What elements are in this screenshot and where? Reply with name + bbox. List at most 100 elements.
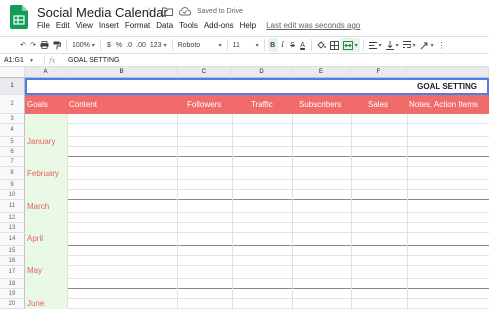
column-divider [177,114,178,309]
row-header-16[interactable]: 16 [0,256,25,266]
zoom-select[interactable]: 100% [70,38,97,52]
sheets-logo-icon[interactable] [10,5,28,29]
horizontal-align-icon[interactable] [367,38,384,52]
move-folder-icon[interactable] [160,4,174,18]
row-header-14[interactable]: 14 [0,233,25,246]
paint-format-icon[interactable] [51,38,63,52]
last-edit-link[interactable]: Last edit was seconds ago [266,21,360,30]
menu-bar: File Edit View Insert Format Data Tools … [37,21,360,30]
more-formats-select[interactable]: 123 [148,38,169,52]
increase-decimals-button[interactable]: .00 [134,38,148,52]
chevron-down-icon[interactable]: ▾ [30,57,44,64]
row-header-4[interactable]: 4 [0,124,25,137]
percent-format-button[interactable]: % [114,38,124,52]
table-row [25,213,489,223]
row-header-15[interactable]: 15 [0,246,25,256]
row-header-6[interactable]: 6 [0,147,25,157]
month-february[interactable]: February [27,169,59,178]
menu-data[interactable]: Data [156,21,173,30]
toolbar: ↶ ↷ 100% $ % .0 .00 123 Roboto 11 B I S … [0,36,489,54]
row-header-2[interactable]: 2 [0,95,25,114]
borders-icon[interactable] [328,38,341,52]
table-row [25,223,489,233]
goal-setting-title-cell[interactable]: GOAL SETTING [25,78,489,95]
month-june[interactable]: June [27,299,44,308]
column-header-a[interactable]: A [25,67,67,78]
row-header-9[interactable]: 9 [0,180,25,190]
menu-tools[interactable]: Tools [179,21,198,30]
column-header-f[interactable]: F [351,67,407,78]
row-header-8[interactable]: 8 [0,167,25,180]
fill-color-icon[interactable] [315,38,328,52]
header-followers[interactable]: Followers [187,95,221,114]
header-subscribers[interactable]: Subscribers [299,95,341,114]
menu-edit[interactable]: Edit [56,21,70,30]
menu-format[interactable]: Format [125,21,150,30]
toolbar-divider [171,39,173,51]
header-content[interactable]: Content [69,95,97,114]
name-box[interactable]: A1:G1 [0,57,30,64]
title-bar: Social Media Calendar ☆ Saved to Drive F… [0,0,489,34]
toolbar-divider [99,39,101,51]
bold-button[interactable]: B [267,38,278,52]
table-row [25,124,489,137]
star-icon[interactable]: ☆ [142,4,156,18]
undo-icon[interactable]: ↶ [18,38,28,52]
table-row [25,200,489,213]
column-header-b[interactable]: B [67,67,177,78]
row-header-17[interactable]: 17 [0,266,25,279]
column-header-e[interactable]: E [292,67,351,78]
column-divider [292,114,293,309]
month-may[interactable]: May [27,266,42,275]
row-header-13[interactable]: 13 [0,223,25,233]
column-divider [67,114,68,309]
redo-icon[interactable]: ↷ [28,38,38,52]
text-rotation-icon[interactable] [418,38,436,52]
row-header-20[interactable]: 20 [0,299,25,309]
italic-button[interactable]: I [278,38,288,52]
row-header-19[interactable]: 19 [0,289,25,299]
font-select[interactable]: Roboto [176,38,224,52]
merge-cells-icon[interactable] [340,38,360,52]
month-january[interactable]: January [27,137,55,146]
print-icon[interactable] [38,38,51,52]
select-all-corner[interactable] [0,67,25,78]
header-traffic[interactable]: Traffic [251,95,273,114]
text-color-button[interactable]: A [298,38,308,52]
row-header-1[interactable]: 1 [0,78,25,95]
column-header-c[interactable]: C [177,67,232,78]
currency-format-button[interactable]: $ [104,38,114,52]
menu-insert[interactable]: Insert [99,21,119,30]
menu-view[interactable]: View [76,21,93,30]
menu-help[interactable]: Help [240,21,256,30]
row-header-3[interactable]: 3 [0,114,25,124]
menu-add-ons[interactable]: Add-ons [204,21,234,30]
row-header-12[interactable]: 12 [0,213,25,223]
strikethrough-button[interactable]: S [288,38,298,52]
column-divider [351,114,352,309]
row-header-5[interactable]: 5 [0,137,25,147]
row-header-10[interactable]: 10 [0,190,25,200]
header-notes-action-items[interactable]: Notes, Action Items [409,95,478,114]
table-row [25,190,489,200]
menu-file[interactable]: File [37,21,50,30]
header-sales[interactable]: Sales [368,95,388,114]
month-april[interactable]: April [27,234,43,243]
row-header-18[interactable]: 18 [0,279,25,289]
decrease-decimals-button[interactable]: .0 [124,38,134,52]
text-wrap-icon[interactable] [401,38,418,52]
more-options-icon[interactable]: ⋮ [436,38,448,52]
column-header-d[interactable]: D [232,67,292,78]
column-divider [232,114,233,309]
vertical-align-icon[interactable] [384,38,401,52]
font-size-select[interactable]: 11 [231,38,261,52]
column-header-g[interactable] [407,67,489,78]
row-header-7[interactable]: 7 [0,157,25,167]
header-goals[interactable]: Goals [27,95,48,114]
month-march[interactable]: March [27,202,49,211]
formula-input[interactable]: GOAL SETTING [64,57,119,64]
table-row [25,167,489,180]
row-header-11[interactable]: 11 [0,200,25,213]
toolbar-divider [226,39,228,51]
table-row [25,157,489,167]
